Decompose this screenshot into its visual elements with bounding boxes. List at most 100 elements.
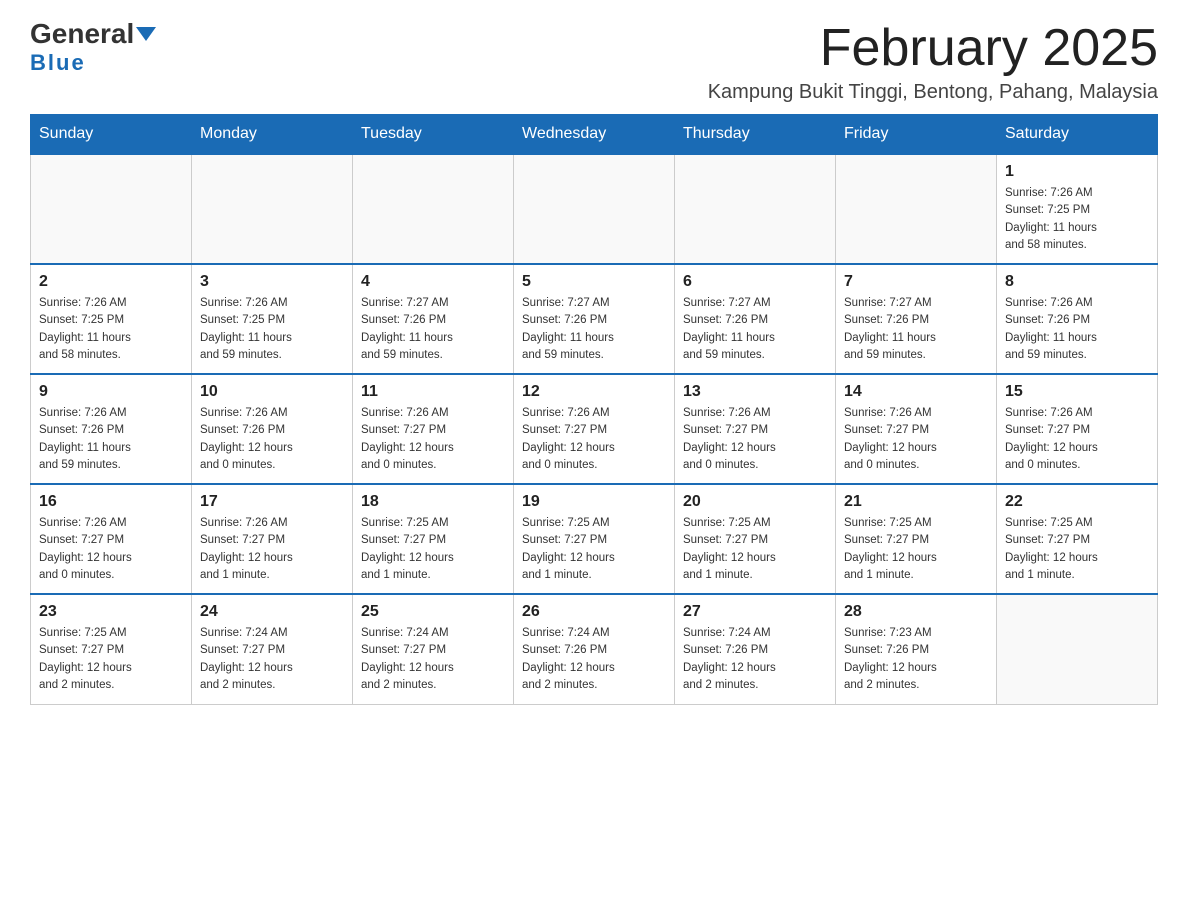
- day-number: 15: [1005, 383, 1149, 401]
- page-header: General Blue February 2025 Kampung Bukit…: [30, 20, 1158, 104]
- day-number: 16: [39, 493, 183, 511]
- day-number: 23: [39, 603, 183, 621]
- calendar-cell: 4Sunrise: 7:27 AM Sunset: 7:26 PM Daylig…: [353, 264, 514, 374]
- day-number: 10: [200, 383, 344, 401]
- day-number: 9: [39, 383, 183, 401]
- calendar-cell: 27 Sunrise: 7:24 AM Sunset: 7:26 PM Dayli…: [675, 594, 836, 704]
- day-number: 12: [522, 383, 666, 401]
- calendar-cell: [997, 594, 1158, 704]
- calendar-cell: 9 Sunrise: 7:26 AM Sunset: 7:26 PM Daylig…: [31, 374, 192, 484]
- logo-general-text: General: [30, 20, 134, 48]
- day-number: 25: [361, 603, 505, 621]
- day-number: 1: [1005, 163, 1149, 181]
- day-number: 28: [844, 603, 988, 621]
- day-number: 13: [683, 383, 827, 401]
- calendar-cell: 14Sunrise: 7:26 AM Sunset: 7:27 PM Dayli…: [836, 374, 997, 484]
- day-info: Sunrise: 7:26 AM Sunset: 7:27 PM Dayligh…: [361, 405, 505, 474]
- day-of-week-header: Sunday: [31, 115, 192, 155]
- location-title: Kampung Bukit Tinggi, Bentong, Pahang, M…: [708, 81, 1158, 104]
- day-info: Sunrise: 7:26 AM Sunset: 7:25 PM Dayligh…: [200, 295, 344, 364]
- day-info: Sunrise: 7:26 AM Sunset: 7:27 PM Dayligh…: [522, 405, 666, 474]
- logo-triangle-icon: [136, 27, 156, 41]
- day-info: Sunrise: 7:25 AM Sunset: 7:27 PM Dayligh…: [683, 515, 827, 584]
- day-info: Sunrise: 7:26 AM Sunset: 7:26 PM Dayligh…: [200, 405, 344, 474]
- calendar-cell: 24 Sunrise: 7:24 AM Sunset: 7:27 PM Dayli…: [192, 594, 353, 704]
- day-number: 7: [844, 273, 988, 291]
- calendar-cell: 8 Sunrise: 7:26 AM Sunset: 7:26 PM Daylig…: [997, 264, 1158, 374]
- calendar-week-row: 1 Sunrise: 7:26 AM Sunset: 7:25 PM Daylig…: [31, 154, 1158, 264]
- calendar-cell: 15 Sunrise: 7:26 AM Sunset: 7:27 PM Dayli…: [997, 374, 1158, 484]
- day-number: 27: [683, 603, 827, 621]
- day-of-week-header: Thursday: [675, 115, 836, 155]
- day-number: 11: [361, 383, 505, 401]
- calendar-table: SundayMondayTuesdayWednesdayThursdayFrid…: [30, 114, 1158, 705]
- day-number: 22: [1005, 493, 1149, 511]
- calendar-week-row: 16 Sunrise: 7:26 AM Sunset: 7:27 PM Dayli…: [31, 484, 1158, 594]
- calendar-cell: 17Sunrise: 7:26 AM Sunset: 7:27 PM Dayli…: [192, 484, 353, 594]
- calendar-cell: 18 Sunrise: 7:25 AM Sunset: 7:27 PM Dayli…: [353, 484, 514, 594]
- day-info: Sunrise: 7:26 AM Sunset: 7:25 PM Dayligh…: [1005, 185, 1149, 254]
- day-number: 24: [200, 603, 344, 621]
- day-info: Sunrise: 7:24 AM Sunset: 7:27 PM Dayligh…: [200, 625, 344, 694]
- day-info: Sunrise: 7:24 AM Sunset: 7:26 PM Dayligh…: [522, 625, 666, 694]
- calendar-cell: 2 Sunrise: 7:26 AM Sunset: 7:25 PM Daylig…: [31, 264, 192, 374]
- day-number: 5: [522, 273, 666, 291]
- calendar-cell: [514, 154, 675, 264]
- day-number: 21: [844, 493, 988, 511]
- day-info: Sunrise: 7:26 AM Sunset: 7:27 PM Dayligh…: [683, 405, 827, 474]
- day-info: Sunrise: 7:25 AM Sunset: 7:27 PM Dayligh…: [361, 515, 505, 584]
- day-info: Sunrise: 7:27 AM Sunset: 7:26 PM Dayligh…: [844, 295, 988, 364]
- calendar-cell: 21 Sunrise: 7:25 AM Sunset: 7:27 PM Dayli…: [836, 484, 997, 594]
- day-number: 18: [361, 493, 505, 511]
- calendar-cell: 5 Sunrise: 7:27 AM Sunset: 7:26 PM Daylig…: [514, 264, 675, 374]
- day-info: Sunrise: 7:25 AM Sunset: 7:27 PM Dayligh…: [522, 515, 666, 584]
- day-number: 8: [1005, 273, 1149, 291]
- calendar-cell: 12 Sunrise: 7:26 AM Sunset: 7:27 PM Dayli…: [514, 374, 675, 484]
- calendar-cell: 23 Sunrise: 7:25 AM Sunset: 7:27 PM Dayli…: [31, 594, 192, 704]
- day-number: 2: [39, 273, 183, 291]
- day-of-week-header: Saturday: [997, 115, 1158, 155]
- calendar-week-row: 9 Sunrise: 7:26 AM Sunset: 7:26 PM Daylig…: [31, 374, 1158, 484]
- day-number: 6: [683, 273, 827, 291]
- day-of-week-header: Tuesday: [353, 115, 514, 155]
- day-number: 26: [522, 603, 666, 621]
- calendar-cell: 11 Sunrise: 7:26 AM Sunset: 7:27 PM Dayli…: [353, 374, 514, 484]
- calendar-cell: 13 Sunrise: 7:26 AM Sunset: 7:27 PM Dayli…: [675, 374, 836, 484]
- day-number: 4: [361, 273, 505, 291]
- day-info: Sunrise: 7:26 AM Sunset: 7:27 PM Dayligh…: [844, 405, 988, 474]
- day-info: Sunrise: 7:25 AM Sunset: 7:27 PM Dayligh…: [1005, 515, 1149, 584]
- day-info: Sunrise: 7:25 AM Sunset: 7:27 PM Dayligh…: [39, 625, 183, 694]
- title-block: February 2025 Kampung Bukit Tinggi, Bent…: [708, 20, 1158, 104]
- calendar-cell: 3 Sunrise: 7:26 AM Sunset: 7:25 PM Daylig…: [192, 264, 353, 374]
- calendar-cell: 6Sunrise: 7:27 AM Sunset: 7:26 PM Daylig…: [675, 264, 836, 374]
- calendar-cell: 26 Sunrise: 7:24 AM Sunset: 7:26 PM Dayli…: [514, 594, 675, 704]
- month-title: February 2025: [708, 20, 1158, 77]
- day-info: Sunrise: 7:25 AM Sunset: 7:27 PM Dayligh…: [844, 515, 988, 584]
- calendar-cell: 16Sunrise: 7:26 AM Sunset: 7:27 PM Dayli…: [31, 484, 192, 594]
- logo-blue-text: Blue: [30, 50, 86, 76]
- day-info: Sunrise: 7:24 AM Sunset: 7:26 PM Dayligh…: [683, 625, 827, 694]
- day-info: Sunrise: 7:26 AM Sunset: 7:26 PM Dayligh…: [1005, 295, 1149, 364]
- calendar-cell: [836, 154, 997, 264]
- day-info: Sunrise: 7:26 AM Sunset: 7:25 PM Dayligh…: [39, 295, 183, 364]
- day-number: 3: [200, 273, 344, 291]
- calendar-cell: 20Sunrise: 7:25 AM Sunset: 7:27 PM Dayli…: [675, 484, 836, 594]
- calendar-cell: 25 Sunrise: 7:24 AM Sunset: 7:27 PM Dayli…: [353, 594, 514, 704]
- calendar-cell: 7 Sunrise: 7:27 AM Sunset: 7:26 PM Daylig…: [836, 264, 997, 374]
- day-info: Sunrise: 7:24 AM Sunset: 7:27 PM Dayligh…: [361, 625, 505, 694]
- day-info: Sunrise: 7:26 AM Sunset: 7:26 PM Dayligh…: [39, 405, 183, 474]
- day-of-week-header: Monday: [192, 115, 353, 155]
- day-info: Sunrise: 7:27 AM Sunset: 7:26 PM Dayligh…: [522, 295, 666, 364]
- day-info: Sunrise: 7:23 AM Sunset: 7:26 PM Dayligh…: [844, 625, 988, 694]
- day-info: Sunrise: 7:26 AM Sunset: 7:27 PM Dayligh…: [1005, 405, 1149, 474]
- calendar-cell: [192, 154, 353, 264]
- calendar-cell: 10 Sunrise: 7:26 AM Sunset: 7:26 PM Dayli…: [192, 374, 353, 484]
- calendar-cell: [353, 154, 514, 264]
- day-of-week-header: Wednesday: [514, 115, 675, 155]
- calendar-cell: [675, 154, 836, 264]
- logo: General Blue: [30, 20, 156, 76]
- day-info: Sunrise: 7:26 AM Sunset: 7:27 PM Dayligh…: [200, 515, 344, 584]
- day-of-week-header: Friday: [836, 115, 997, 155]
- calendar-week-row: 2 Sunrise: 7:26 AM Sunset: 7:25 PM Daylig…: [31, 264, 1158, 374]
- calendar-cell: [31, 154, 192, 264]
